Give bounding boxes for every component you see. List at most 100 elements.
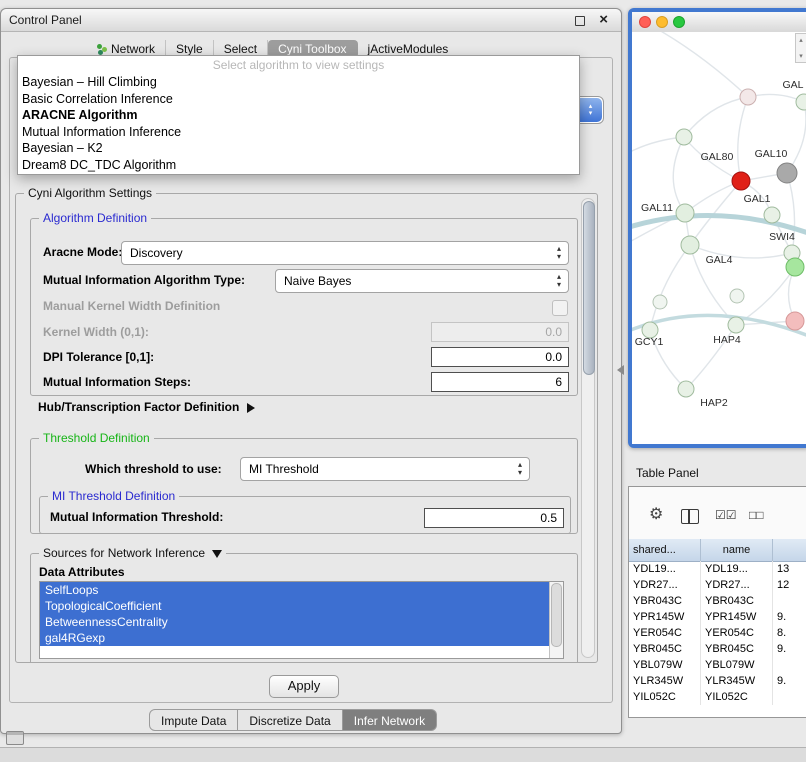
table-cell: YBL079W <box>701 657 773 673</box>
combo-arrows-icon: ▴▾ <box>557 245 561 261</box>
network-node[interactable] <box>786 312 804 330</box>
mi-steps-input[interactable]: 6 <box>431 372 569 392</box>
network-node-gal[interactable] <box>796 94 806 110</box>
hub-definition-toggle[interactable]: Hub/Transcription Factor Definition <box>38 400 255 414</box>
float-window-icon[interactable] <box>575 16 585 26</box>
kernel-width-label: Kernel Width (0,1): <box>43 325 149 339</box>
column-header-extra[interactable] <box>773 539 806 561</box>
attribute-item-selfloops[interactable]: SelfLoops <box>40 582 550 598</box>
algorithm-option-basic-correlation-inference[interactable]: Basic Correlation Inference <box>18 91 579 108</box>
status-strip <box>0 747 806 762</box>
threshold-type-select[interactable]: MI Threshold ▴▾ <box>240 457 530 481</box>
network-node[interactable] <box>732 172 750 190</box>
network-node-gal80[interactable] <box>676 129 692 145</box>
deselect-checks-icon[interactable]: □□ <box>749 509 764 522</box>
sources-group-title[interactable]: Sources for Network Inference <box>39 546 226 560</box>
tab-label: Style <box>176 42 203 56</box>
threshold-definition-title: Threshold Definition <box>39 431 154 445</box>
select-checks-icon[interactable]: ☑☑ <box>715 509 737 522</box>
settings-scrollbar-thumb[interactable] <box>583 201 595 375</box>
table-cell: YER054C <box>701 625 773 641</box>
attribute-items: SelfLoopsTopologicalCoefficientBetweenne… <box>40 582 550 646</box>
network-titlebar[interactable] <box>632 12 806 33</box>
table-cell: YIL052C <box>701 689 773 705</box>
manual-kernel-checkbox[interactable] <box>552 300 568 316</box>
columns-icon[interactable] <box>681 509 699 524</box>
sources-group: Sources for Network Inference Data Attri… <box>30 553 578 662</box>
close-traffic-light-icon[interactable] <box>639 16 651 28</box>
table-row[interactable]: YBR045CYBR045C9. <box>629 641 806 657</box>
bottom-tab-discretize-data[interactable]: Discretize Data <box>238 709 342 731</box>
network-edge <box>690 181 741 245</box>
close-window-icon[interactable]: × <box>599 11 608 28</box>
bottom-tab-infer-network[interactable]: Infer Network <box>343 709 437 731</box>
algorithm-option-bayesian-hill-climbing[interactable]: Bayesian – Hill Climbing <box>18 74 579 91</box>
scroll-down-icon[interactable]: ▾ <box>799 52 803 60</box>
dpi-tolerance-input[interactable]: 0.0 <box>431 347 569 367</box>
table-row[interactable]: YDL19...YDL19...13 <box>629 561 806 577</box>
table-cell: YER054C <box>629 625 701 641</box>
network-node[interactable] <box>653 295 667 309</box>
zoom-traffic-light-icon[interactable] <box>673 16 685 28</box>
control-panel-titlebar[interactable]: Control Panel × <box>1 9 621 32</box>
network-view-frame: GALGAL80GAL10GAL1GAL11SWI4GAL4GCY1HAP4HA… <box>632 12 806 444</box>
mi-algorithm-type-select[interactable]: Naive Bayes ▴▾ <box>275 269 569 293</box>
apply-button[interactable]: Apply <box>269 675 339 698</box>
network-node-gal11[interactable] <box>676 204 694 222</box>
list-scrollbar-thumb[interactable] <box>551 583 562 647</box>
aracne-mode-select[interactable]: Discovery ▴▾ <box>121 241 569 265</box>
data-attributes-label: Data Attributes <box>39 565 125 579</box>
combo-arrows-icon: ▴▾ <box>518 461 522 477</box>
network-canvas[interactable]: GALGAL80GAL10GAL1GAL11SWI4GAL4GCY1HAP4HA… <box>632 32 806 444</box>
table-cell: YPR145W <box>701 609 773 625</box>
data-attributes-list[interactable]: SelfLoopsTopologicalCoefficientBetweenne… <box>39 581 564 659</box>
algorithm-option-bayesian-k2[interactable]: Bayesian – K2 <box>18 140 579 157</box>
table-row[interactable]: YIL052CYIL052C <box>629 689 806 705</box>
list-scrollbar[interactable] <box>549 582 563 658</box>
algorithm-definition-title: Algorithm Definition <box>39 211 151 225</box>
network-node-gal4[interactable] <box>681 236 699 254</box>
table-row[interactable]: YLR345WYLR345W9. <box>629 673 806 689</box>
table-row[interactable]: YBR043CYBR043C <box>629 593 806 609</box>
splitter-collapse-icon[interactable] <box>617 365 624 375</box>
table-row[interactable]: YPR145WYPR145W9. <box>629 609 806 625</box>
network-edge <box>736 267 795 325</box>
network-node-hap2[interactable] <box>678 381 694 397</box>
kernel-width-input[interactable]: 0.0 <box>431 322 569 342</box>
attribute-item-gal4rgexp[interactable]: gal4RGexp <box>40 630 550 646</box>
manual-kernel-label: Manual Kernel Width Definition <box>43 299 220 313</box>
table-row[interactable]: YER054CYER054C8. <box>629 625 806 641</box>
table-cell: 9. <box>773 641 806 657</box>
column-header-name[interactable]: name <box>701 539 773 561</box>
column-header-shared[interactable]: shared... <box>629 539 701 561</box>
network-node-gal10[interactable] <box>777 163 797 183</box>
algorithm-option-dream8-dc-tdc-algorithm[interactable]: Dream8 DC_TDC Algorithm <box>18 157 579 174</box>
minimized-window-icon[interactable] <box>6 731 24 745</box>
attribute-item-betweennesscentrality[interactable]: BetweennessCentrality <box>40 614 550 630</box>
network-node-hap4[interactable] <box>728 317 744 333</box>
bottom-tab-impute-data[interactable]: Impute Data <box>149 709 238 731</box>
table-cell: 8. <box>773 625 806 641</box>
table-cell: YPR145W <box>629 609 701 625</box>
algorithm-option-mutual-information-inference[interactable]: Mutual Information Inference <box>18 124 579 141</box>
scroll-up-icon[interactable]: ▴ <box>799 36 803 44</box>
algorithm-option-aracne-algorithm[interactable]: ARACNE Algorithm <box>18 107 579 124</box>
mi-threshold-input[interactable]: 0.5 <box>424 508 564 528</box>
settings-scrollbar[interactable] <box>581 198 595 658</box>
table-row[interactable]: YBL079WYBL079W <box>629 657 806 673</box>
network-node[interactable] <box>730 289 744 303</box>
gear-icon[interactable]: ⚙ <box>649 507 663 523</box>
network-node[interactable] <box>786 258 804 276</box>
table-cell: YIL052C <box>629 689 701 705</box>
network-scrollbar[interactable]: ▴▾ <box>795 33 806 63</box>
minimize-traffic-light-icon[interactable] <box>656 16 668 28</box>
attribute-item-topologicalcoefficient[interactable]: TopologicalCoefficient <box>40 598 550 614</box>
table-cell: 9. <box>773 673 806 689</box>
tab-label: jActiveModules <box>368 42 449 56</box>
network-node[interactable] <box>740 89 756 105</box>
table-row[interactable]: YDR27...YDR27...12 <box>629 577 806 593</box>
table-cell: YDR27... <box>701 577 773 593</box>
settings-group-title: Cyni Algorithm Settings <box>24 186 156 200</box>
network-node-gal1[interactable] <box>764 207 780 223</box>
network-edge <box>738 97 748 181</box>
